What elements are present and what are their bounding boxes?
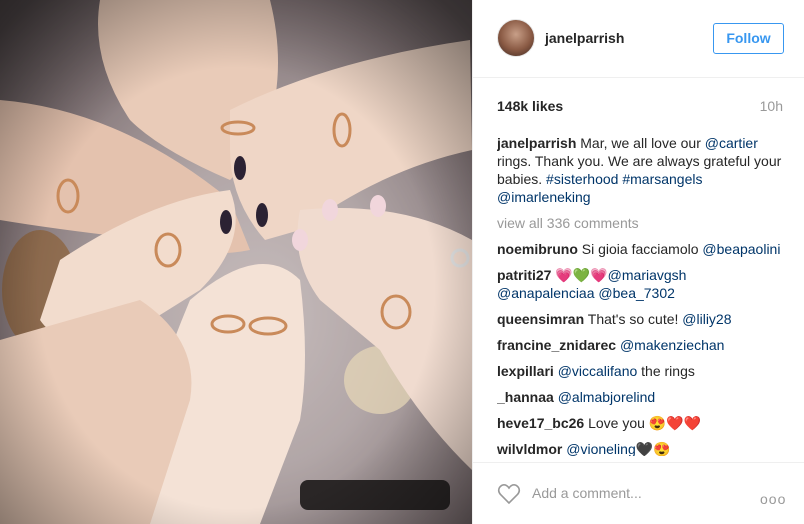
comment-text: That's so cute!	[587, 311, 679, 327]
comment-mention[interactable]: @beapaolini	[702, 241, 780, 257]
comment-username[interactable]: lexpillari	[497, 363, 554, 379]
caption-username[interactable]: janelparrish	[497, 135, 576, 151]
comment: noemibruno Si gioia facciamolo @beapaoli…	[497, 240, 787, 258]
comment-mention[interactable]: @almabjorelind	[558, 389, 655, 405]
comment-mention[interactable]: @liliy28	[682, 311, 731, 327]
comment-mention[interactable]: @anapalenciaa	[497, 285, 595, 301]
post-time[interactable]: 10h	[760, 98, 783, 114]
caption-text: Mar, we all love our	[580, 135, 701, 151]
heart-icon[interactable]	[497, 483, 521, 505]
caption-mention[interactable]: @imarleneking	[497, 189, 591, 205]
post-header: janelparrish Follow	[473, 0, 804, 78]
comment-mention[interactable]: @mariavgsh	[608, 267, 687, 283]
comment-username[interactable]: queensimran	[497, 311, 584, 327]
comment-mention[interactable]: @bea_7302	[598, 285, 675, 301]
comment-mention[interactable]: @makenziechan	[620, 337, 725, 353]
comments-list[interactable]: janelparrish Mar, we all love our @carti…	[497, 134, 787, 456]
comment-username[interactable]: francine_znidarec	[497, 337, 616, 353]
comment-username[interactable]: wilvldmor	[497, 441, 562, 456]
follow-button[interactable]: Follow	[713, 23, 784, 54]
comment: heve17_bc26 Love you 😍❤️❤️	[497, 414, 787, 432]
comment-emoji: 😍❤️❤️	[648, 415, 702, 431]
comment: patriti27 💗💚💗@mariavgsh @anapalenciaa @b…	[497, 266, 787, 302]
caption-hashtag[interactable]: #marsangels	[622, 171, 702, 187]
comment-bar: Add a comment... ooo	[473, 462, 804, 524]
comment-username[interactable]: _hannaa	[497, 389, 554, 405]
comment: lexpillari @viccalifano the rings	[497, 362, 787, 380]
likes-count[interactable]: 148k likes	[497, 98, 563, 114]
post-photo[interactable]	[0, 0, 472, 524]
comment-emoji: 🖤😍	[635, 441, 671, 456]
comment: queensimran That's so cute! @liliy28	[497, 310, 787, 328]
post-side-panel: janelparrish Follow 148k likes 10h janel…	[472, 0, 804, 524]
comment-username[interactable]: patriti27	[497, 267, 551, 283]
avatar[interactable]	[497, 19, 535, 57]
caption: janelparrish Mar, we all love our @carti…	[497, 134, 787, 206]
more-options-icon[interactable]: ooo	[760, 491, 786, 507]
comment-text: Si gioia facciamolo	[581, 241, 699, 257]
comment: wilvldmor @vioneling🖤😍	[497, 440, 787, 456]
comment-mention[interactable]: @viccalifano	[558, 363, 638, 379]
caption-mention[interactable]: @cartier	[705, 135, 758, 151]
add-comment-input[interactable]: Add a comment...	[532, 485, 642, 501]
comment-text: the rings	[641, 363, 695, 379]
caption-hashtag[interactable]: #sisterhood	[546, 171, 618, 187]
comment-text: Love you	[588, 415, 645, 431]
hands-with-rings-image	[0, 0, 472, 524]
comment-username[interactable]: noemibruno	[497, 241, 578, 257]
comment-username[interactable]: heve17_bc26	[497, 415, 584, 431]
view-all-comments-link[interactable]: view all 336 comments	[497, 214, 787, 232]
comment-emoji: 💗💚💗	[555, 267, 608, 283]
username-link[interactable]: janelparrish	[545, 30, 624, 46]
comment: francine_znidarec @makenziechan	[497, 336, 787, 354]
comment: _hannaa @almabjorelind	[497, 388, 787, 406]
comment-mention[interactable]: @vioneling	[566, 441, 635, 456]
